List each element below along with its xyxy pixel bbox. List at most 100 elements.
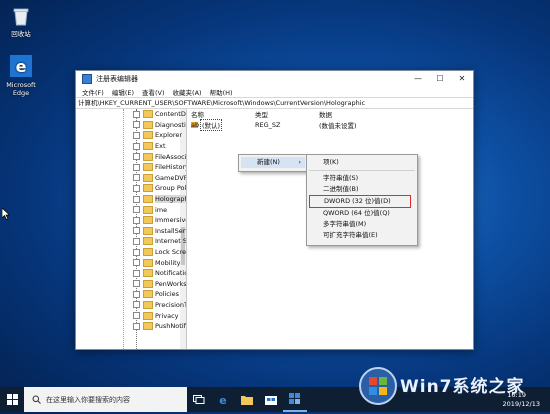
tree-item[interactable]: Privacy <box>76 310 186 321</box>
folder-icon <box>143 120 153 129</box>
submenu-item[interactable]: 项(K) <box>307 157 417 168</box>
expand-toggle-icon[interactable] <box>133 142 140 150</box>
tree-item[interactable]: Policies <box>76 289 186 300</box>
menu-favorites[interactable]: 收藏夹(A) <box>169 87 206 97</box>
expand-toggle-icon[interactable] <box>133 237 140 245</box>
menu-help[interactable]: 帮助(H) <box>206 87 237 97</box>
tree-item[interactable]: Explorer <box>76 130 186 141</box>
search-icon <box>32 395 41 404</box>
folder-icon <box>143 322 153 331</box>
registry-tree[interactable]: ContentDe Diagnostic Explorer Ext FileAssoci… <box>76 109 187 349</box>
clock-date: 2019/12/13 <box>502 400 540 408</box>
column-name[interactable]: 名称 <box>191 109 255 119</box>
expand-toggle-icon[interactable] <box>133 280 140 288</box>
store-icon <box>265 396 277 405</box>
tree-item[interactable]: PrecisionT <box>76 300 186 311</box>
column-type[interactable]: 类型 <box>255 109 319 119</box>
menu-file[interactable]: 文件(F) <box>78 87 108 97</box>
expand-toggle-icon[interactable] <box>133 322 140 330</box>
menu-view[interactable]: 查看(V) <box>138 87 169 97</box>
folder-icon <box>143 258 153 267</box>
expand-toggle-icon[interactable] <box>133 227 140 235</box>
submenu-item[interactable]: 多字符串值(M) <box>307 219 417 230</box>
close-button[interactable]: ✕ <box>451 71 473 86</box>
tree-item-label: Lock Scree <box>155 248 187 257</box>
address-bar[interactable]: 计算机\HKEY_CURRENT_USER\SOFTWARE\Microsoft… <box>76 97 473 109</box>
expand-toggle-icon[interactable] <box>133 206 140 214</box>
tree-item-label: Explorer <box>155 131 183 140</box>
expand-toggle-icon[interactable] <box>133 301 140 309</box>
minimize-button[interactable]: — <box>407 71 429 86</box>
list-row[interactable]: ab (默认) REG_SZ (数值未设置) <box>187 118 473 131</box>
tree-item-label: ContentDe <box>155 110 187 119</box>
submenu-item[interactable]: QWORD (64 位)值(Q) <box>307 208 417 219</box>
taskbar-explorer-button[interactable] <box>235 387 259 412</box>
new-submenu: 项(K) 字符串值(S) 二进制值(B) DWORD (32 位)值(D) QWORD … <box>306 154 418 246</box>
expand-toggle-icon[interactable] <box>133 110 140 118</box>
tree-item[interactable]: PushNotifi <box>76 321 186 332</box>
tree-item[interactable]: InstallServ <box>76 226 186 237</box>
tree-item[interactable]: Mobility <box>76 257 186 268</box>
edge-label: Microsoft Edge <box>6 81 36 97</box>
expand-toggle-icon[interactable] <box>133 163 140 171</box>
tree-item[interactable]: PenWorks <box>76 279 186 290</box>
expand-toggle-icon[interactable] <box>133 174 140 182</box>
taskbar-search-box[interactable]: 在这里输入你要搜索的内容 <box>24 387 187 412</box>
expand-toggle-icon[interactable] <box>133 216 140 224</box>
tree-item-label: Group Pol <box>155 184 187 193</box>
expand-toggle-icon[interactable] <box>133 248 140 256</box>
tree-item[interactable]: Immersive <box>76 215 186 226</box>
tree-item-label: Holographi <box>155 195 186 204</box>
taskbar-edge-button[interactable]: e <box>211 387 235 412</box>
recycle-bin-icon <box>4 6 38 28</box>
regedit-icon <box>289 392 300 404</box>
maximize-button[interactable]: ☐ <box>429 71 451 86</box>
menu-edit[interactable]: 编辑(E) <box>108 87 138 97</box>
taskbar-regedit-button[interactable] <box>283 387 307 412</box>
expand-toggle-icon[interactable] <box>133 153 140 161</box>
expand-toggle-icon[interactable] <box>133 290 140 298</box>
submenu-item[interactable]: DWORD (32 位)值(D) <box>309 195 411 208</box>
folder-icon <box>143 279 153 288</box>
expand-toggle-icon[interactable] <box>133 184 140 192</box>
folder-icon <box>143 248 153 257</box>
menu-item-new[interactable]: 新建(N) › <box>241 157 305 168</box>
tree-item[interactable]: Ext <box>76 141 186 152</box>
tree-item[interactable]: ime <box>76 204 186 215</box>
folder-icon <box>143 195 153 204</box>
taskbar-store-button[interactable] <box>259 387 283 412</box>
folder-icon <box>143 152 153 161</box>
title-bar[interactable]: 注册表编辑器 — ☐ ✕ <box>76 71 473 86</box>
tree-item[interactable]: Internet Se <box>76 236 186 247</box>
column-data[interactable]: 数据 <box>319 109 332 119</box>
submenu-item[interactable]: 可扩充字符串值(E) <box>307 230 417 241</box>
tree-item[interactable]: FileAssoci <box>76 151 186 162</box>
tree-item[interactable]: Notificatio <box>76 268 186 279</box>
value-data: (数值未设置) <box>319 121 357 130</box>
folder-icon <box>143 173 153 182</box>
tree-item[interactable]: Lock Scree <box>76 247 186 258</box>
expand-toggle-icon[interactable] <box>133 121 140 129</box>
task-view-button[interactable] <box>187 387 211 412</box>
desktop-icon-recycle-bin[interactable]: 回收站 <box>4 6 38 38</box>
taskbar-clock[interactable]: 16:19 2019/12/13 <box>503 391 540 409</box>
tree-item[interactable]: FileHistory <box>76 162 186 173</box>
value-name: (默认) <box>200 118 223 131</box>
tree-item[interactable]: GameDVR <box>76 173 186 184</box>
expand-toggle-icon[interactable] <box>133 259 140 267</box>
start-button[interactable] <box>0 387 24 412</box>
tree-item[interactable]: Diagnostic <box>76 120 186 131</box>
tree-item[interactable]: Group Pol <box>76 183 186 194</box>
submenu-item[interactable]: 二进制值(B) <box>307 184 417 195</box>
expand-toggle-icon[interactable] <box>133 312 140 320</box>
expand-toggle-icon[interactable] <box>133 195 140 203</box>
desktop-icon-edge[interactable]: e Microsoft Edge <box>4 55 38 97</box>
folder-icon <box>143 142 153 151</box>
tree-item[interactable]: ContentDe <box>76 109 186 120</box>
svg-text:e: e <box>219 394 226 406</box>
submenu-item[interactable]: 字符串值(S) <box>307 173 417 184</box>
windows-logo-icon <box>6 394 18 405</box>
expand-toggle-icon[interactable] <box>133 131 140 139</box>
expand-toggle-icon[interactable] <box>133 269 140 277</box>
tree-item[interactable]: Holographi <box>76 194 186 205</box>
